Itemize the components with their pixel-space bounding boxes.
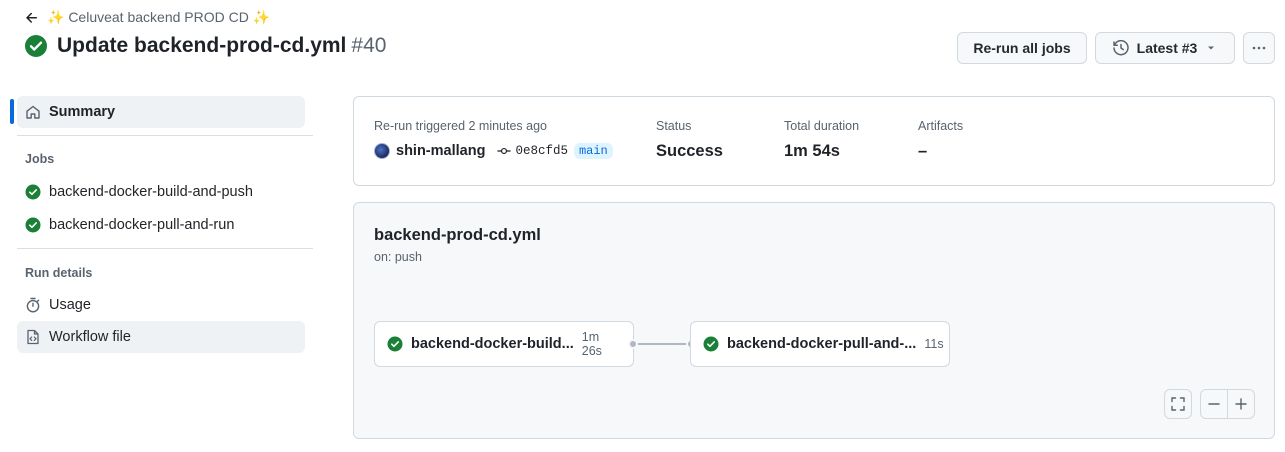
active-indicator: [10, 99, 14, 124]
screen-full-icon: [1171, 397, 1185, 411]
job-node-pull-and-run[interactable]: backend-docker-pull-and-... 11s: [690, 321, 950, 367]
fullscreen-button[interactable]: [1164, 389, 1192, 419]
zoom-out-button[interactable]: [1200, 389, 1228, 419]
sidebar-item-label: backend-docker-build-and-push: [49, 184, 253, 200]
run-title-row: Update backend-prod-cd.yml #40: [24, 34, 386, 58]
sidebar-item-label: Usage: [49, 297, 91, 313]
sidebar-item-label: Summary: [49, 104, 116, 120]
history-icon: [1112, 40, 1129, 56]
sidebar-item-summary[interactable]: Summary: [17, 96, 305, 128]
trigger-details: shin-mallang 0e8cfd5 main: [374, 143, 613, 159]
job-node-name: backend-docker-build...: [411, 336, 574, 352]
workflow-graph-panel: backend-prod-cd.yml on: push backend-doc…: [353, 202, 1275, 439]
back-link[interactable]: ✨ Celuveat backend PROD CD ✨: [24, 9, 270, 26]
connector-dot: [628, 339, 638, 349]
sidebar-item-label: backend-docker-pull-and-run: [49, 217, 235, 233]
workflow-trigger: on: push: [374, 250, 422, 264]
job-connector: [633, 343, 691, 345]
zoom-in-button[interactable]: [1227, 389, 1255, 419]
check-circle-icon: [25, 217, 41, 233]
check-circle-icon: [25, 35, 47, 57]
stopwatch-icon: [26, 297, 40, 313]
caret-down-icon: [1208, 46, 1215, 50]
status-label: Status: [656, 119, 692, 133]
page-title: Update backend-prod-cd.yml: [57, 34, 347, 57]
artifacts-value: –: [918, 142, 928, 160]
plus-icon: [1235, 398, 1247, 410]
sidebar-item-job-pull-and-run[interactable]: backend-docker-pull-and-run: [17, 209, 305, 241]
duration-value: 1m 54s: [784, 142, 840, 160]
rerun-all-jobs-button[interactable]: Re-run all jobs: [957, 32, 1087, 64]
git-commit-icon: [497, 147, 511, 155]
actor-link[interactable]: shin-mallang: [396, 143, 485, 159]
run-details-heading: Run details: [25, 266, 93, 280]
run-number: #40: [351, 34, 387, 57]
sidebar-item-usage[interactable]: Usage: [17, 289, 305, 321]
commit-link[interactable]: 0e8cfd5: [497, 144, 568, 158]
kebab-horizontal-icon: [1252, 46, 1266, 50]
sidebar-item-label: Workflow file: [49, 329, 131, 345]
job-node-duration: 11s: [924, 337, 944, 351]
commit-sha: 0e8cfd5: [515, 144, 568, 158]
home-icon: [26, 105, 40, 119]
attempt-select-label: Latest #3: [1136, 40, 1198, 56]
sidebar-divider: [17, 135, 313, 136]
check-circle-icon: [25, 184, 41, 200]
job-node-duration: 1m 26s: [581, 330, 602, 358]
job-node-name: backend-docker-pull-and-...: [727, 336, 917, 352]
workflow-link-label: ✨ Celuveat backend PROD CD ✨: [47, 9, 271, 25]
jobs-heading: Jobs: [25, 152, 55, 166]
more-options-button[interactable]: [1243, 32, 1275, 64]
avatar[interactable]: [374, 143, 390, 159]
sidebar-item-workflow-file[interactable]: Workflow file: [17, 321, 305, 353]
duration-label: Total duration: [784, 119, 860, 133]
file-code-icon: [27, 329, 39, 345]
check-circle-icon: [703, 336, 719, 352]
trigger-label: Re-run triggered 2 minutes ago: [374, 119, 548, 133]
dash-icon: [1208, 403, 1220, 405]
run-summary-panel: Re-run triggered 2 minutes ago shin-mall…: [353, 96, 1275, 186]
sidebar-divider: [17, 248, 313, 249]
rerun-button-label: Re-run all jobs: [973, 40, 1071, 56]
check-circle-icon: [387, 336, 403, 352]
arrow-left-icon: [26, 12, 37, 23]
branch-badge[interactable]: main: [573, 143, 613, 159]
workflow-file-name: backend-prod-cd.yml: [374, 226, 541, 244]
attempt-select-button[interactable]: Latest #3: [1095, 32, 1235, 64]
status-value: Success: [656, 142, 723, 160]
artifacts-label: Artifacts: [918, 119, 964, 133]
sidebar-item-job-build-and-push[interactable]: backend-docker-build-and-push: [17, 176, 305, 208]
job-node-build-and-push[interactable]: backend-docker-build... 1m 26s: [374, 321, 634, 367]
